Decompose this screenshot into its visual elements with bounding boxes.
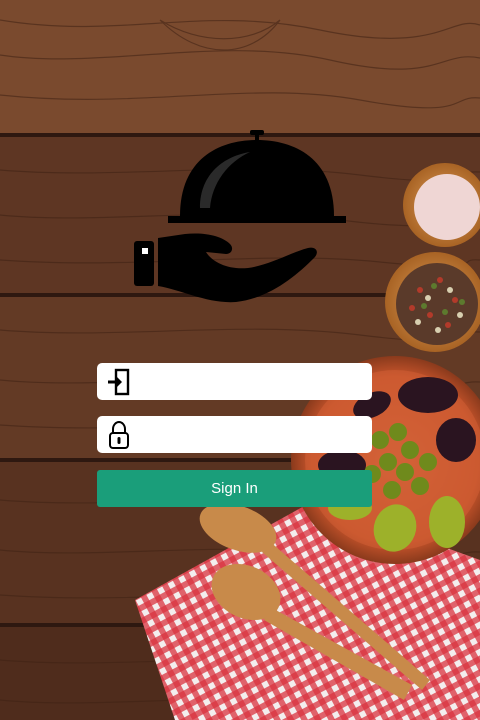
lock-icon xyxy=(107,420,131,450)
username-input[interactable] xyxy=(139,362,364,401)
sign-in-button[interactable]: Sign In xyxy=(97,470,372,507)
login-screen: Sign In xyxy=(0,0,480,720)
username-field[interactable] xyxy=(97,362,372,401)
password-field[interactable] xyxy=(97,415,372,454)
background-image xyxy=(0,0,480,720)
password-input[interactable] xyxy=(139,415,364,454)
serving-cloche-hand-icon xyxy=(134,130,346,303)
login-icon xyxy=(107,367,131,397)
